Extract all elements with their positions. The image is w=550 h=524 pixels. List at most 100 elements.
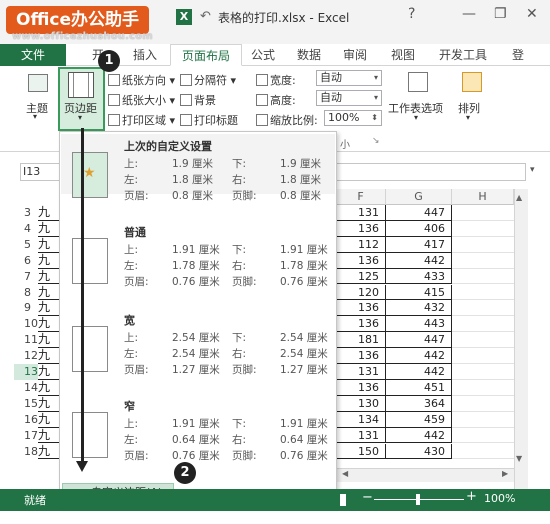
breaks-button[interactable]: 分隔符 ▾ bbox=[180, 72, 236, 88]
cell-f[interactable]: 134 bbox=[336, 411, 386, 428]
cell-a[interactable]: 九 bbox=[38, 444, 60, 460]
row-header[interactable]: 5 bbox=[14, 237, 38, 253]
column-header-g[interactable]: G bbox=[386, 189, 452, 205]
tab-insert[interactable]: 插入 bbox=[128, 44, 162, 66]
scroll-left-icon[interactable]: ◀ bbox=[342, 469, 348, 478]
cell-a[interactable]: 九 bbox=[38, 380, 60, 396]
cell-h[interactable] bbox=[452, 380, 514, 396]
cell-g[interactable]: 417 bbox=[386, 236, 452, 253]
tab-login[interactable]: 登 bbox=[508, 44, 528, 66]
cell-g[interactable]: 432 bbox=[386, 300, 452, 317]
cell-f[interactable]: 131 bbox=[336, 364, 386, 380]
cell-h[interactable] bbox=[452, 285, 514, 301]
cell-h[interactable] bbox=[452, 316, 514, 333]
cell-g[interactable]: 433 bbox=[386, 268, 452, 285]
zoom-out-button[interactable]: − bbox=[362, 490, 373, 505]
cell-h[interactable] bbox=[452, 428, 514, 444]
cell-h[interactable] bbox=[452, 412, 514, 428]
row-header[interactable]: 7 bbox=[14, 269, 38, 285]
cell-h[interactable] bbox=[452, 237, 514, 253]
tab-developer[interactable]: 开发工具 bbox=[432, 44, 494, 66]
tab-view[interactable]: 视图 bbox=[386, 44, 420, 66]
tab-data[interactable]: 数据 bbox=[292, 44, 326, 66]
cell-f[interactable]: 181 bbox=[336, 332, 386, 349]
cell-g[interactable]: 406 bbox=[386, 220, 452, 237]
row-header[interactable]: 10 bbox=[14, 316, 38, 332]
cell-g[interactable]: 430 bbox=[386, 443, 452, 460]
cell-g[interactable]: 442 bbox=[386, 364, 452, 380]
cell-f[interactable]: 150 bbox=[336, 443, 386, 460]
column-header-f[interactable]: F bbox=[336, 189, 386, 205]
cell-g[interactable]: 447 bbox=[386, 205, 452, 221]
scroll-up-icon[interactable]: ▲ bbox=[516, 193, 522, 202]
tab-file[interactable]: 文件 bbox=[0, 44, 66, 66]
cell-h[interactable] bbox=[452, 205, 514, 221]
cell-a[interactable]: 九 bbox=[38, 412, 60, 428]
row-header[interactable]: 13 bbox=[14, 364, 38, 380]
cell-h[interactable] bbox=[452, 332, 514, 349]
scroll-right-icon[interactable]: ▶ bbox=[502, 469, 508, 478]
cell-h[interactable] bbox=[452, 364, 514, 380]
cell-f[interactable]: 136 bbox=[336, 316, 386, 333]
height-dropdown[interactable]: 自动 ▾ bbox=[316, 90, 382, 106]
cell-g[interactable]: 443 bbox=[386, 316, 452, 333]
cell-g[interactable]: 447 bbox=[386, 332, 452, 349]
column-header-h[interactable]: H bbox=[452, 189, 514, 205]
row-header[interactable]: 16 bbox=[14, 412, 38, 428]
cell-g[interactable]: 442 bbox=[386, 252, 452, 269]
cell-g[interactable]: 442 bbox=[386, 427, 452, 444]
cell-h[interactable] bbox=[452, 253, 514, 269]
cell-a[interactable]: 九 bbox=[38, 300, 60, 317]
tab-formulas[interactable]: 公式 bbox=[246, 44, 280, 66]
tab-page-layout[interactable]: 页面布局 bbox=[170, 44, 242, 66]
minimize-button[interactable]: — bbox=[462, 6, 476, 22]
formula-input[interactable] bbox=[336, 163, 526, 181]
background-button[interactable]: 背景 bbox=[180, 92, 216, 108]
row-header[interactable]: 18 bbox=[14, 444, 38, 460]
cell-g[interactable]: 415 bbox=[386, 284, 452, 301]
vertical-scrollbar[interactable] bbox=[514, 189, 528, 489]
help-button[interactable]: ? bbox=[408, 6, 415, 22]
cell-a[interactable]: 九 bbox=[38, 253, 60, 269]
cell-a[interactable]: 九 bbox=[38, 269, 60, 285]
cell-a[interactable]: 九 bbox=[38, 428, 60, 444]
cell-a[interactable]: 九 bbox=[38, 348, 60, 364]
cell-f[interactable]: 130 bbox=[336, 395, 386, 412]
cell-a[interactable]: 九 bbox=[38, 332, 60, 349]
cell-f[interactable]: 112 bbox=[336, 236, 386, 253]
print-area-button[interactable]: 打印区域 ▾ bbox=[108, 112, 175, 128]
row-header[interactable]: 9 bbox=[14, 300, 38, 316]
cell-g[interactable]: 459 bbox=[386, 411, 452, 428]
row-header[interactable]: 14 bbox=[14, 380, 38, 396]
row-header[interactable]: 17 bbox=[14, 428, 38, 444]
cell-f[interactable]: 136 bbox=[336, 220, 386, 237]
cell-g[interactable]: 442 bbox=[386, 348, 452, 364]
row-header[interactable]: 15 bbox=[14, 396, 38, 412]
page-view-icon[interactable] bbox=[340, 494, 346, 506]
cell-g[interactable]: 364 bbox=[386, 395, 452, 412]
horizontal-scrollbar[interactable] bbox=[336, 468, 514, 482]
width-dropdown[interactable]: 自动 ▾ bbox=[316, 70, 382, 86]
cell-f[interactable]: 131 bbox=[336, 427, 386, 444]
size-button[interactable]: 纸张大小 ▾ bbox=[108, 92, 175, 108]
zoom-slider-thumb[interactable] bbox=[416, 494, 420, 505]
tab-review[interactable]: 审阅 bbox=[338, 44, 372, 66]
cell-f[interactable]: 136 bbox=[336, 300, 386, 317]
cell-f[interactable]: 136 bbox=[336, 252, 386, 269]
row-header[interactable]: 8 bbox=[14, 285, 38, 301]
cell-a[interactable]: 九 bbox=[38, 316, 60, 333]
cell-f[interactable]: 120 bbox=[336, 284, 386, 301]
chevron-down-icon[interactable]: ▾ bbox=[530, 165, 535, 175]
cell-h[interactable] bbox=[452, 221, 514, 237]
undo-icon[interactable]: ↶ bbox=[200, 9, 211, 24]
scroll-down-icon[interactable]: ▼ bbox=[516, 454, 522, 463]
close-button[interactable]: ✕ bbox=[526, 6, 538, 22]
cell-h[interactable] bbox=[452, 444, 514, 460]
cell-a[interactable]: 九 bbox=[38, 205, 60, 221]
restore-button[interactable]: ❐ bbox=[494, 6, 507, 22]
row-header[interactable]: 3 bbox=[14, 205, 38, 221]
cell-a[interactable]: 九 bbox=[38, 285, 60, 301]
cell-f[interactable]: 131 bbox=[336, 205, 386, 221]
cell-h[interactable] bbox=[452, 269, 514, 285]
cell-a[interactable]: 九 bbox=[38, 364, 60, 380]
